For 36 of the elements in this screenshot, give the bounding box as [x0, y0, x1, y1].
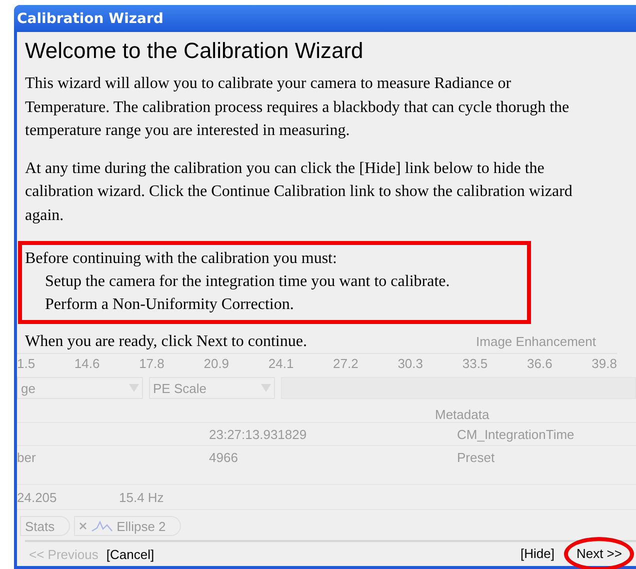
- chart-icon: [90, 520, 113, 532]
- table-cell-text: Preset: [457, 450, 496, 464]
- axis-tick-label: 27.2: [333, 356, 358, 371]
- nav-link[interactable]: Next >>: [572, 546, 626, 561]
- table-cell-text: CM_IntegrationTime: [457, 426, 576, 442]
- requirement-item: Setup the camera for the integration time you want to calibrate.: [44, 272, 451, 292]
- axis-tick-label: 1.5: [17, 356, 36, 371]
- table-cell-text: 23:27:13.931829: [209, 426, 308, 442]
- axis-tick-label: 24.1: [268, 356, 294, 371]
- tab[interactable]: Stats: [20, 516, 70, 536]
- readout-value: 24.205: [17, 490, 58, 504]
- axis-tick-label: 17.8: [139, 356, 164, 371]
- axis-tick-label: 20.9: [204, 356, 230, 371]
- nav-link[interactable]: [Hide]: [516, 546, 558, 561]
- intro-paragraph: At any time during the calibration you can click the [Hide] link below to hide the calibration wizard. Click the Continue Calibration link to show the calibration wizard again.: [25, 158, 574, 226]
- requirements-intro: Before continuing with the calibration you must:: [25, 249, 338, 269]
- nav-link[interactable]: [Cancel]: [102, 546, 158, 562]
- closing-text: When you are ready, click Next to continue.: [25, 332, 307, 352]
- metadata-title: Metadata: [435, 407, 490, 422]
- tab[interactable]: Ellipse 2: [74, 516, 181, 536]
- axis-tick-label: 30.3: [398, 356, 424, 371]
- axis-tick-label: 33.5: [462, 356, 488, 371]
- axis-tick-label: 39.8: [592, 356, 617, 371]
- intro-paragraph: This wizard will allow you to calibrate your camera to measure Radiance or Temperature. The calibration process requires a blackbody that can cycle thorugh the temperature range you are interested in measuring.: [25, 74, 570, 141]
- axis-tick-label: 14.6: [74, 356, 100, 371]
- requirement-item: Perform a Non-Uniformity Correction.: [44, 295, 295, 315]
- dropdown[interactable]: ge: [17, 377, 143, 399]
- close-icon[interactable]: [78, 522, 87, 530]
- table-cell-text: ber: [17, 450, 37, 464]
- axis-tick-label: 36.6: [527, 356, 552, 371]
- table-cell-text: 4966: [209, 450, 239, 464]
- window-title: Calibration Wizard: [17, 10, 164, 26]
- wizard-heading: Welcome to the Calibration Wizard: [25, 38, 364, 64]
- panel-title: Image Enhancement: [476, 334, 596, 349]
- dropdown[interactable]: PE Scale: [149, 377, 275, 399]
- readout-value: 15.4 Hz: [119, 490, 165, 504]
